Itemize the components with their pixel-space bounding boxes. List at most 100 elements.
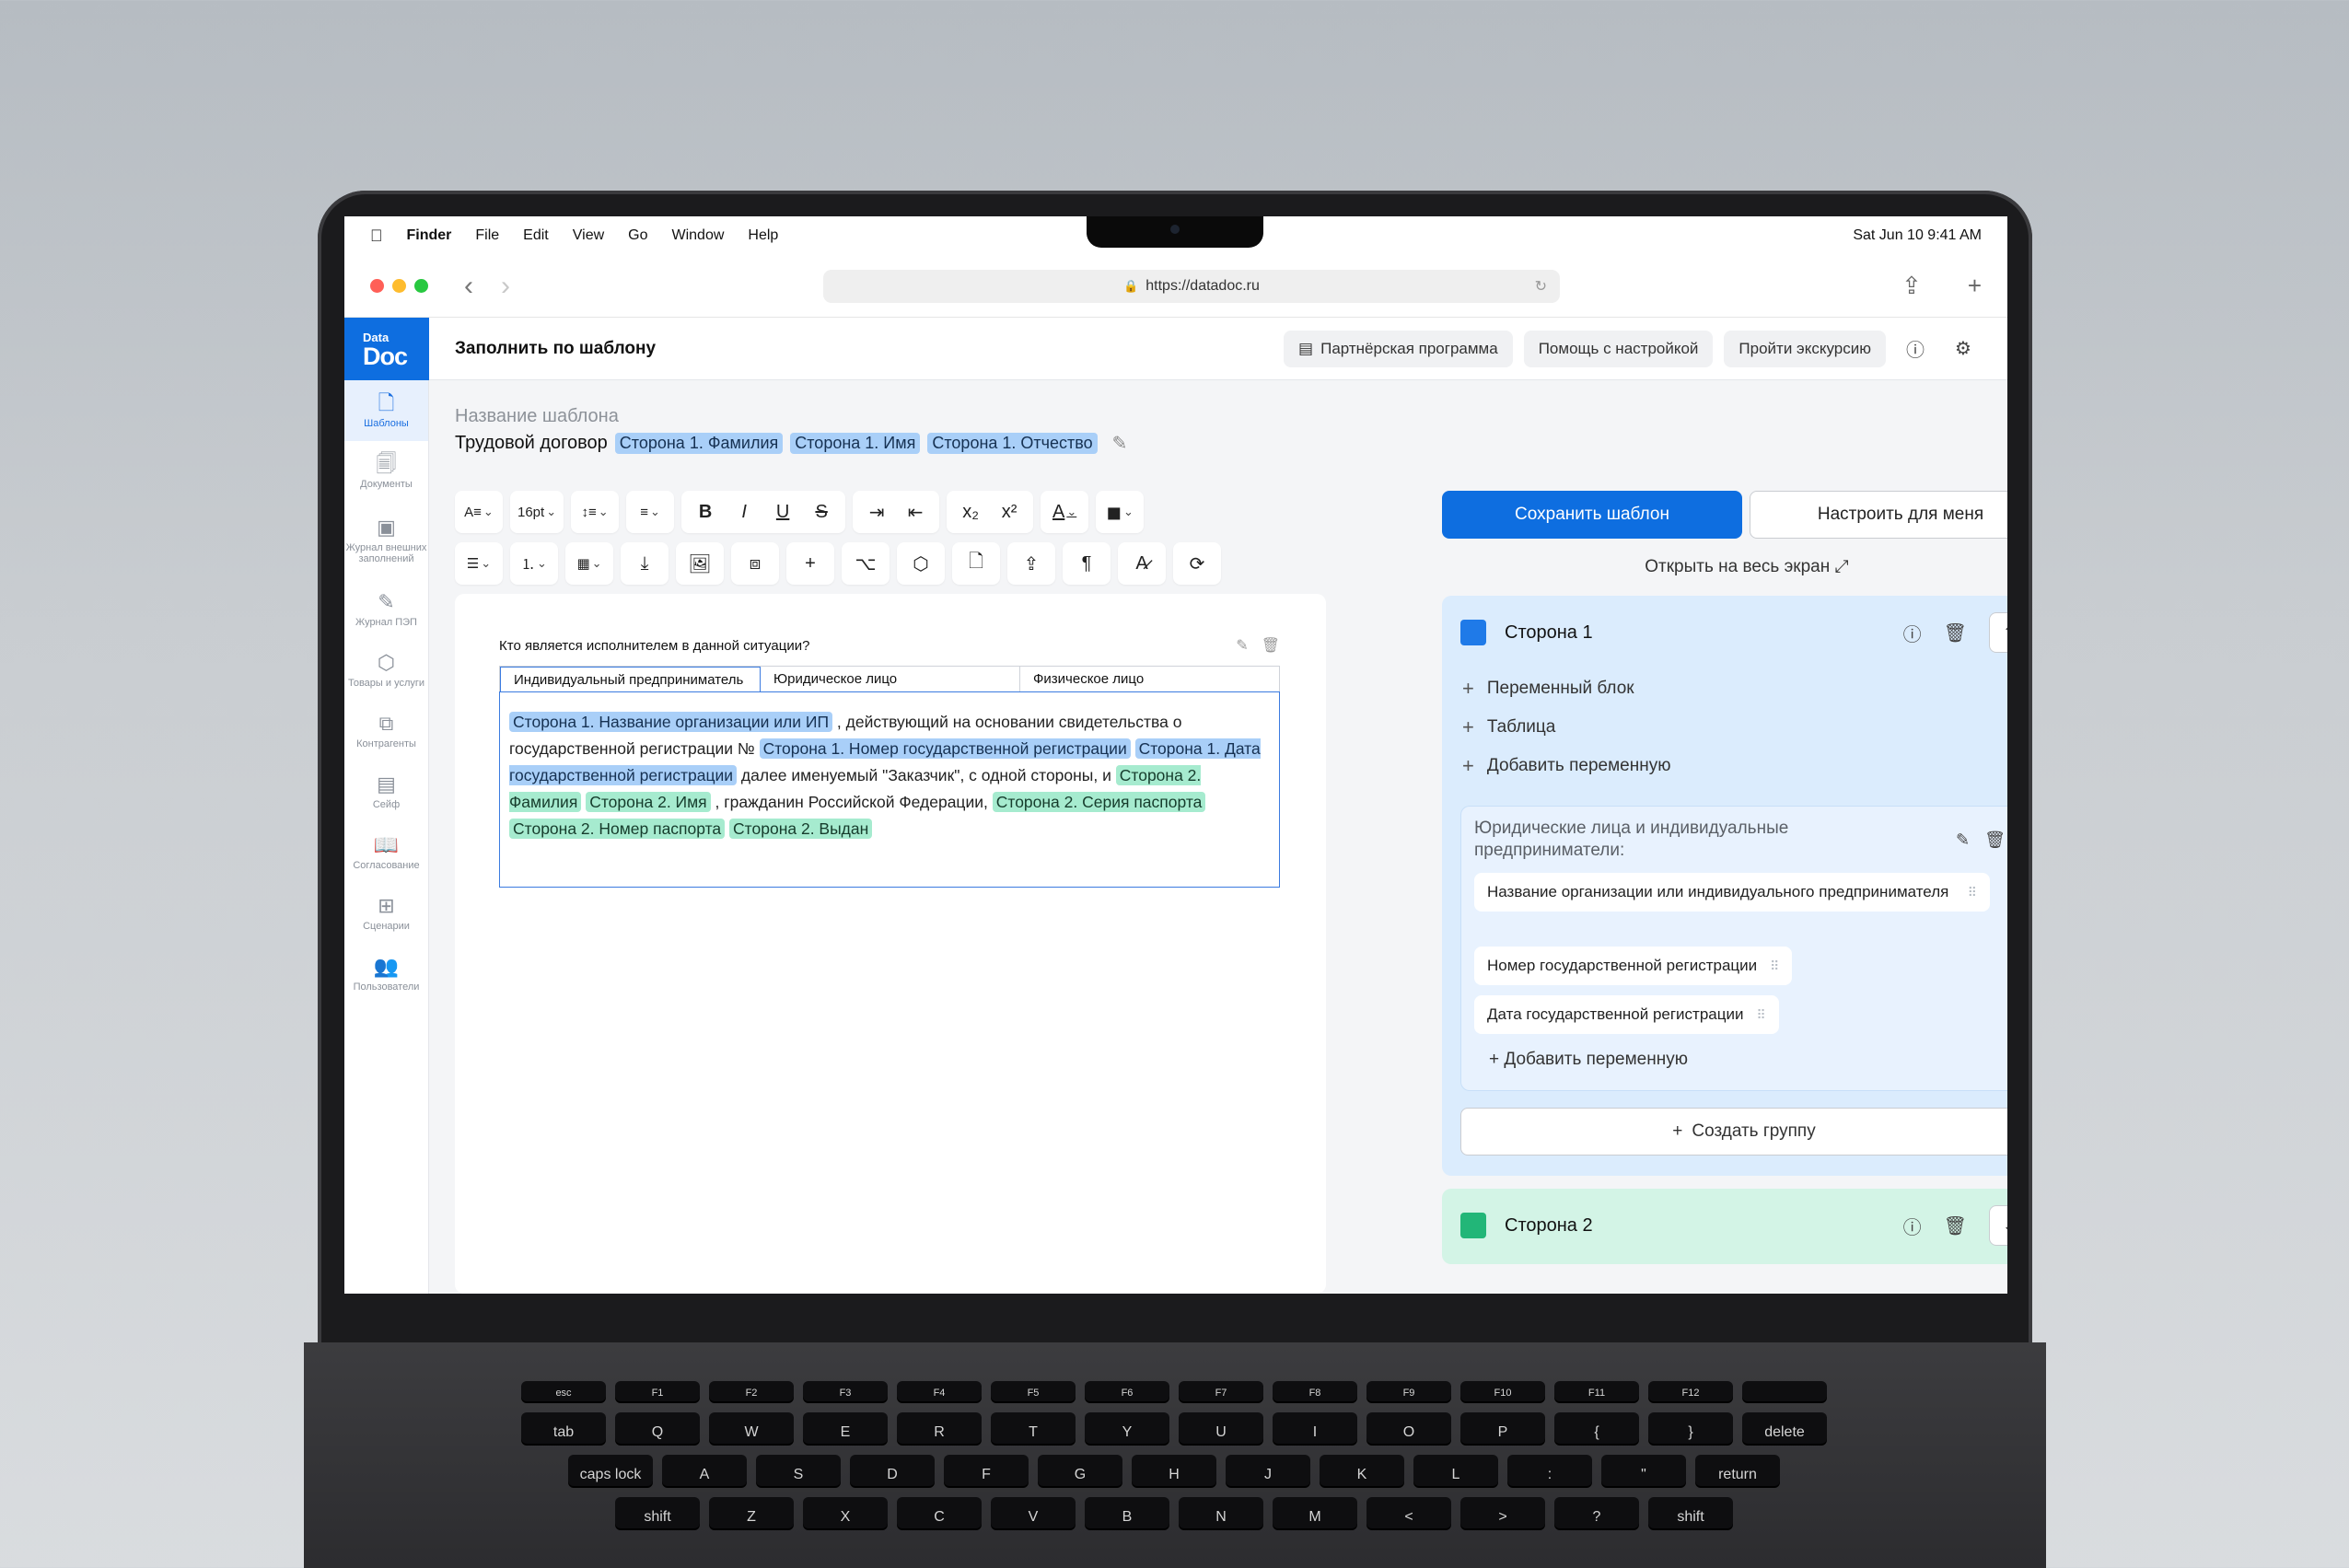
bold-icon[interactable]: B xyxy=(689,495,722,528)
new-tab-icon[interactable]: + xyxy=(1968,272,1982,300)
menu-file[interactable]: File xyxy=(475,227,499,244)
partner-program-button[interactable]: ▤ Партнёрская программа xyxy=(1284,330,1513,367)
upload-icon[interactable]: ⇪ xyxy=(1015,547,1048,580)
chevron-down-icon[interactable]: ⌄ xyxy=(1989,1205,2007,1246)
edit-icon[interactable]: ✎ xyxy=(1956,830,1970,850)
share-icon[interactable]: ⇪ xyxy=(1901,272,1922,300)
drag-handle-icon[interactable]: ⠿ xyxy=(1968,882,1977,902)
file-icon[interactable]: 🗋 xyxy=(959,547,993,580)
forward-icon[interactable]: › xyxy=(501,272,510,300)
customize-button[interactable]: Настроить для меня xyxy=(1750,491,2007,539)
menu-window[interactable]: Window xyxy=(671,227,724,244)
page-break-icon[interactable]: ⤓ xyxy=(628,547,661,580)
menu-edit[interactable]: Edit xyxy=(523,227,549,244)
variable-chip[interactable]: Сторона 2. Имя xyxy=(586,792,711,812)
variable-item[interactable]: Дата государственной регистрации ⠿ xyxy=(1474,995,1779,1034)
chevron-up-icon[interactable]: ⌃ xyxy=(1989,612,2007,653)
sidebar-item-pep[interactable]: ✎ Журнал ПЭП xyxy=(344,579,428,640)
image-icon[interactable]: 🖼 xyxy=(683,547,716,580)
trash-icon[interactable]: 🗑 xyxy=(1262,636,1280,655)
drag-handle-icon[interactable]: ⠿ xyxy=(1756,1007,1765,1022)
trash-icon[interactable]: 🗑 xyxy=(1944,1214,1967,1237)
variable-chip[interactable]: Сторона 2. Номер паспорта xyxy=(509,819,726,839)
bullet-list-icon[interactable]: ☰ ⌄ xyxy=(462,547,495,580)
variable-chip[interactable]: Сторона 1. Номер государственной регистр… xyxy=(759,738,1131,759)
variable-item[interactable]: Номер государственной регистрации ⠿ xyxy=(1474,947,1793,985)
apple-icon[interactable]:  xyxy=(370,226,383,246)
superscript-icon[interactable]: x² xyxy=(993,495,1026,528)
numbered-list-icon[interactable]: ⒈ ⌄ xyxy=(517,547,551,580)
menu-app-name[interactable]: Finder xyxy=(407,227,452,244)
document-editor[interactable]: Кто является исполнителем в данной ситуа… xyxy=(455,594,1326,1294)
block-icon[interactable]: ⧈ xyxy=(738,547,772,580)
text-color-icon[interactable]: A ⌄ xyxy=(1048,495,1081,528)
sidebar-item-journal[interactable]: ▣ Журнал внешних заполнений xyxy=(344,502,428,579)
help-icon[interactable]: ⓘ xyxy=(1897,331,1934,367)
add-variable-row[interactable]: +Добавить переменную3 xyxy=(1442,747,2007,785)
sidebar-item-scenarios[interactable]: ⊞ Сценарии xyxy=(344,883,428,944)
close-window-button[interactable] xyxy=(370,279,384,293)
sidebar-item-users[interactable]: 👥 Пользователи xyxy=(344,944,428,1005)
sidebar-item-templates[interactable]: 🗋 Шаблоны xyxy=(344,380,428,441)
italic-icon[interactable]: I xyxy=(727,495,761,528)
line-spacing-button[interactable]: ↕≡ ⌄ xyxy=(578,495,611,528)
gear-icon[interactable]: ⚙ xyxy=(1945,331,1982,367)
trash-icon[interactable]: 🗑 xyxy=(1944,621,1967,645)
maximize-window-button[interactable] xyxy=(414,279,428,293)
indent-icon[interactable]: ⇥ xyxy=(860,495,893,528)
tab-legal-entity[interactable]: Юридическое лицо xyxy=(761,667,1020,691)
address-bar[interactable]: 🔒 https://datadoc.ru ↻ xyxy=(823,269,1560,303)
align-button[interactable]: ≡ ⌄ xyxy=(634,495,667,528)
variable-chip[interactable]: Сторона 1. Фамилия xyxy=(614,433,784,454)
edit-icon[interactable]: ✎ xyxy=(1112,432,1128,455)
table-row[interactable]: +Таблица0 xyxy=(1442,708,2007,747)
table-icon[interactable]: ▦ ⌄ xyxy=(573,547,606,580)
help-icon[interactable]: ⓘ xyxy=(1903,1213,1922,1239)
refresh-doc-icon[interactable]: ⟳ xyxy=(1180,547,1214,580)
sidebar-item-safe[interactable]: ▤ Сейф xyxy=(344,761,428,822)
back-icon[interactable]: ‹ xyxy=(464,272,473,300)
help-setup-button[interactable]: Помощь с настройкой xyxy=(1523,330,1714,367)
tab-individual[interactable]: Физическое лицо xyxy=(1020,667,1279,691)
outdent-icon[interactable]: ⇤ xyxy=(899,495,932,528)
save-template-button[interactable]: Сохранить шаблон xyxy=(1442,491,1742,539)
add-variable-button[interactable]: + Добавить переменную xyxy=(1489,1050,1688,1070)
tab-individual-entrepreneur[interactable]: Индивидуальный предприниматель xyxy=(500,667,761,691)
font-size-select[interactable]: 16pt ⌄ xyxy=(517,495,556,528)
sidebar-item-contractors[interactable]: ⧉ Контрагенты xyxy=(344,701,428,761)
strikethrough-icon[interactable]: S xyxy=(805,495,838,528)
highlight-color-icon[interactable]: ◼ ⌄ xyxy=(1103,495,1136,528)
text-style-button[interactable]: A≡ ⌄ xyxy=(462,495,495,528)
pilcrow-icon[interactable]: ¶ xyxy=(1070,547,1103,580)
sidebar-item-approval[interactable]: 📖 Согласование xyxy=(344,822,428,883)
datadoc-logo[interactable]: Data Doc xyxy=(344,318,429,380)
minimize-window-button[interactable] xyxy=(392,279,406,293)
variant-text[interactable]: Сторона 1. Название организации или ИП ,… xyxy=(499,691,1280,888)
trash-icon[interactable]: 🗑 xyxy=(1984,830,2006,850)
drag-handle-icon[interactable]: ⠿ xyxy=(1770,958,1779,973)
variable-item[interactable]: Название организации или индивидуального… xyxy=(1474,873,1990,912)
menu-go[interactable]: Go xyxy=(628,227,647,244)
structure-icon[interactable]: ⌥ xyxy=(849,547,882,580)
reload-icon[interactable]: ↻ xyxy=(1535,277,1547,296)
menu-view[interactable]: View xyxy=(573,227,604,244)
variable-block-row[interactable]: +Переменный блок1 xyxy=(1442,669,2007,708)
variable-chip[interactable]: Сторона 1. Имя xyxy=(790,433,921,454)
menu-help[interactable]: Help xyxy=(748,227,778,244)
variable-chip[interactable]: Сторона 2. Серия паспорта xyxy=(992,792,1206,812)
tour-button[interactable]: Пройти экскурсию xyxy=(1724,330,1886,367)
underline-icon[interactable]: U xyxy=(766,495,799,528)
variable-chip[interactable]: Сторона 1. Название организации или ИП xyxy=(509,712,833,732)
sidebar-item-goods[interactable]: ⬡ Товары и услуги xyxy=(344,640,428,701)
plus-icon[interactable]: + xyxy=(794,547,827,580)
subscript-icon[interactable]: x₂ xyxy=(954,495,987,528)
variable-chip[interactable]: Сторона 2. Выдан xyxy=(729,819,873,839)
help-icon[interactable]: ⓘ xyxy=(1903,620,1922,646)
variable-chip[interactable]: Сторона 1. Отчество xyxy=(927,433,1098,454)
cube-icon[interactable]: ⬡ xyxy=(904,547,937,580)
fullscreen-link[interactable]: Открыть на весь экран ⤢ xyxy=(1442,557,2007,577)
sidebar-item-documents[interactable]: 🗐 Документы xyxy=(344,441,428,502)
edit-icon[interactable]: ✎ xyxy=(1236,636,1248,655)
create-group-button[interactable]: + Создать группу xyxy=(1460,1108,2007,1156)
clear-format-icon[interactable]: A̷ xyxy=(1125,547,1158,580)
